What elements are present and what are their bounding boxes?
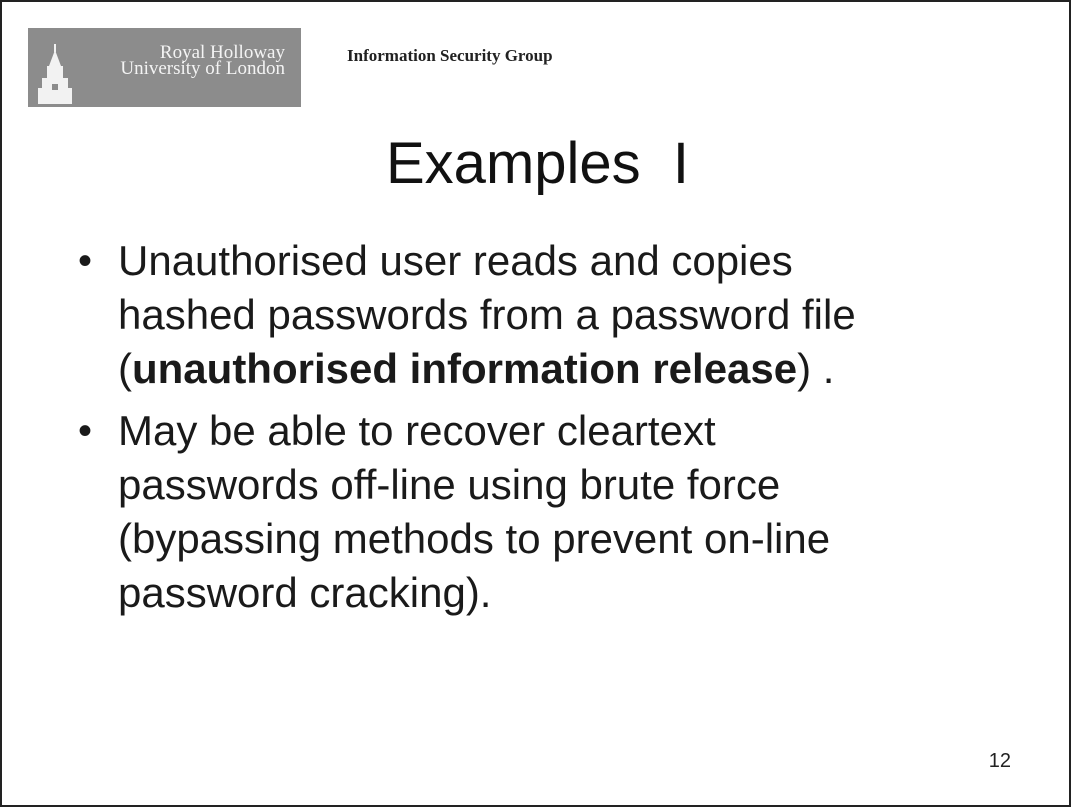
- bullet-list: • Unauthorised user reads and copies has…: [76, 234, 1026, 620]
- bullet-marker: •: [78, 409, 93, 453]
- bullet-marker: •: [78, 239, 93, 283]
- bullet-line: password cracking).: [118, 569, 492, 616]
- bullet-line: (bypassing methods to prevent on-line: [118, 515, 831, 562]
- group-name: Information Security Group: [347, 46, 553, 65]
- bullet-text-prefix: (: [118, 345, 132, 392]
- bullet-line: passwords off-line using brute force: [118, 461, 781, 508]
- bullet-line: hashed passwords from a password file: [118, 291, 856, 338]
- bullet-line: May be able to recover cleartext: [118, 407, 716, 454]
- bullet-item: • May be able to recover cleartext passw…: [76, 404, 1026, 620]
- page-number: 12: [988, 750, 1011, 772]
- slide-title: Examples I: [386, 131, 689, 196]
- logo-line-2: University of London: [120, 58, 285, 79]
- bullet-text-suffix: ) .: [797, 345, 835, 392]
- bullet-bold-term: unauthorised information release: [132, 345, 798, 392]
- slide: Royal Holloway University of London Info…: [0, 0, 1071, 807]
- logo-text: Royal Holloway University of London: [120, 43, 285, 79]
- university-logo: Royal Holloway University of London: [28, 28, 301, 107]
- bullet-line: (unauthorised information release) .: [118, 342, 1026, 396]
- bullet-item: • Unauthorised user reads and copies has…: [76, 234, 1026, 396]
- tower-icon: [38, 44, 72, 104]
- bullet-line: Unauthorised user reads and copies: [118, 237, 793, 284]
